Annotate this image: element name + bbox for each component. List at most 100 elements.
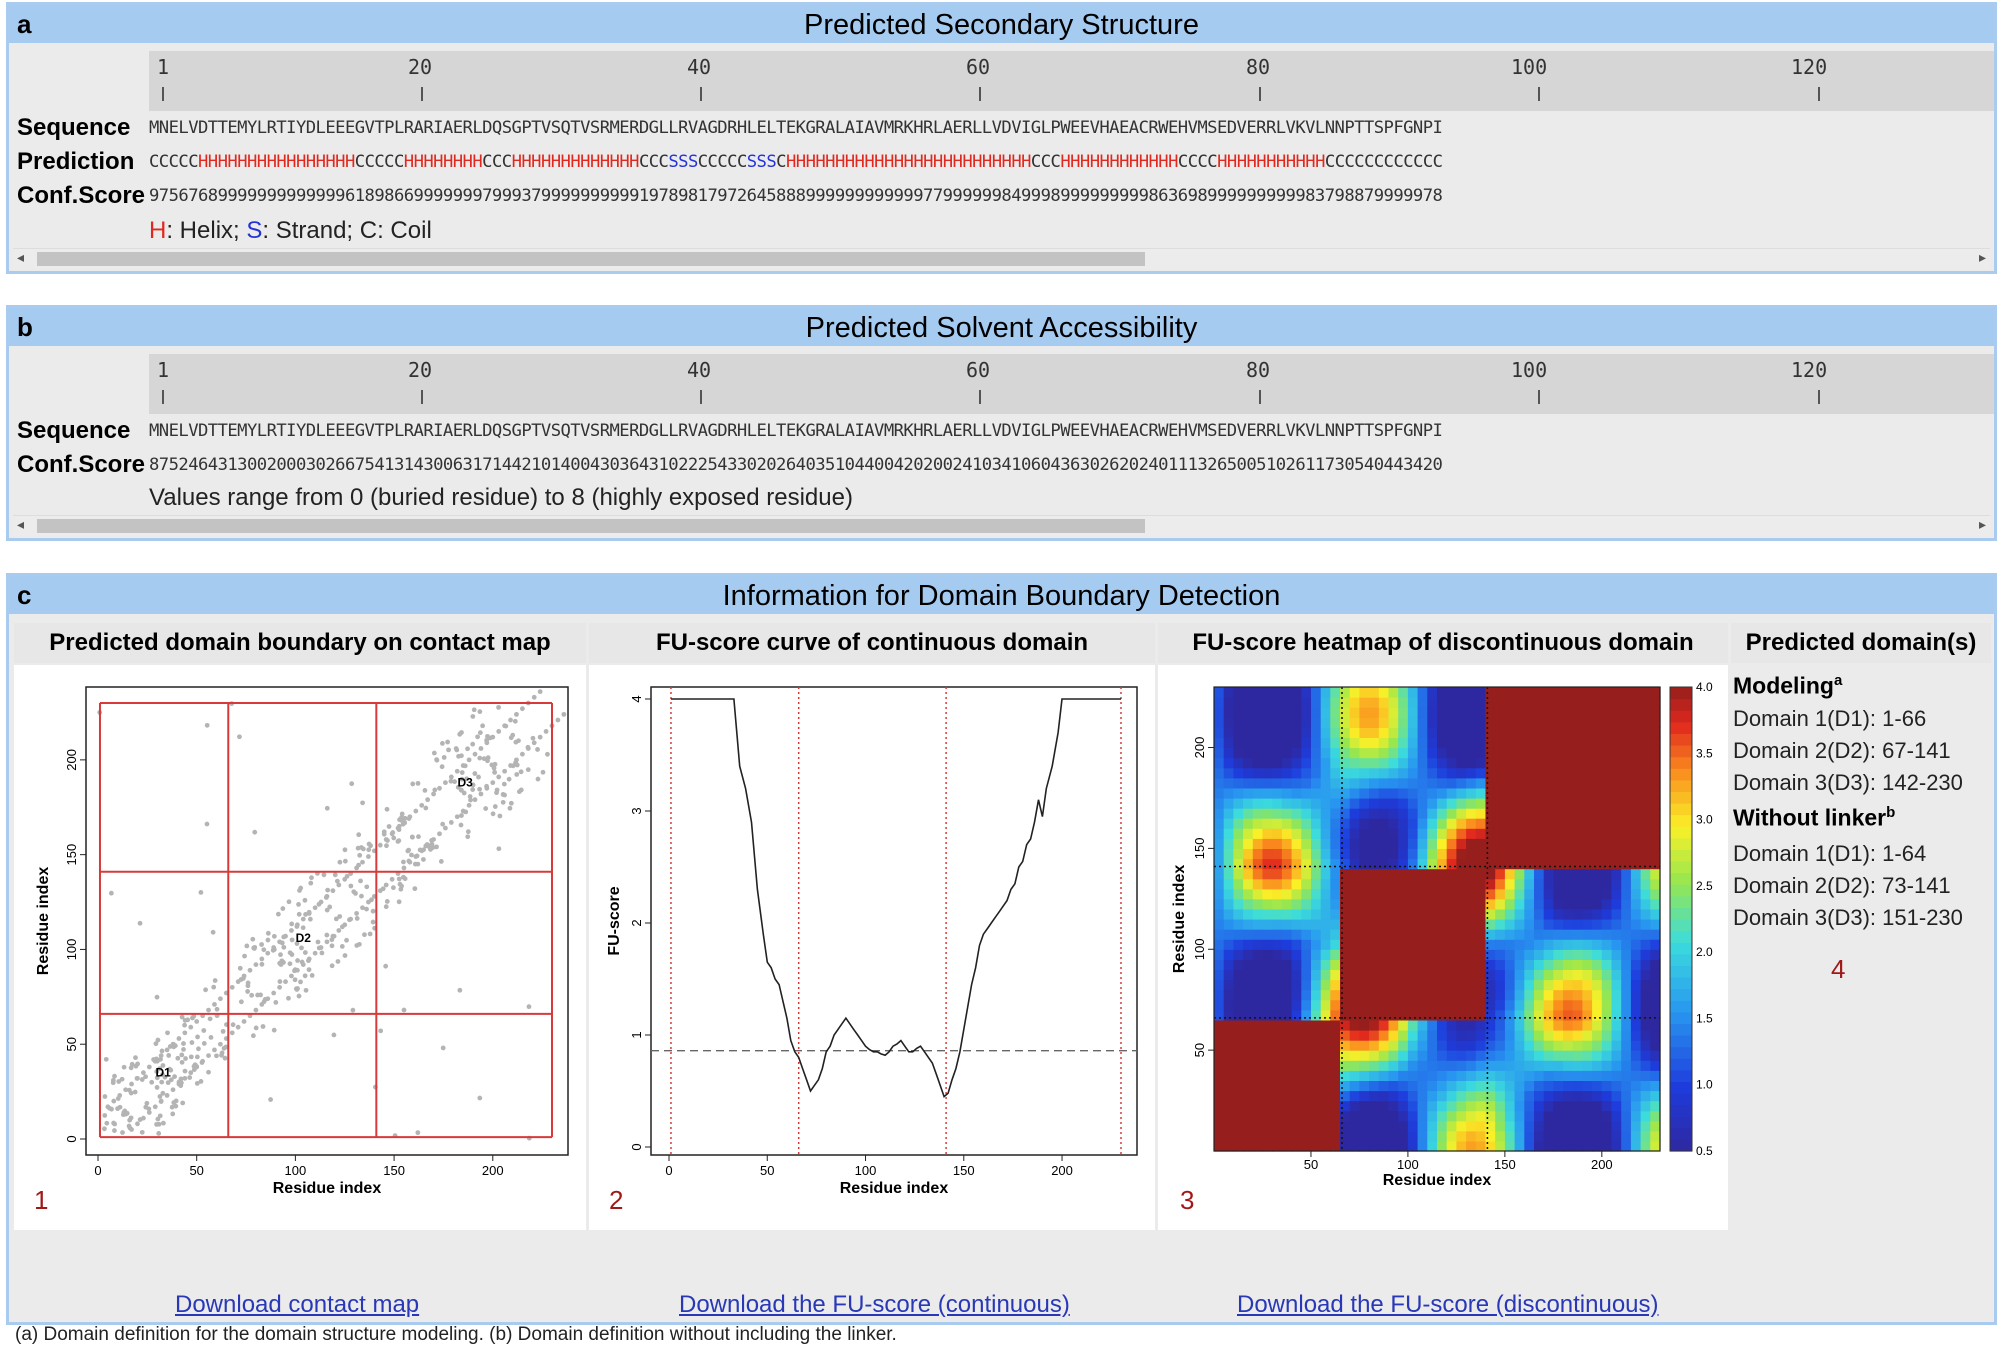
heatmap-cell: [1262, 1120, 1273, 1132]
contact-point: [188, 1054, 194, 1060]
heatmap-cell: [1553, 919, 1564, 930]
heatmap-cell: [1427, 969, 1438, 981]
contact-point: [384, 806, 390, 812]
heatmap-cell: [1446, 898, 1457, 910]
download-fu-continuous-link[interactable]: Download the FU-score (continuous): [679, 1291, 1070, 1319]
heatmap-cell: [1514, 929, 1525, 940]
colorbar-segment: [1670, 1011, 1692, 1024]
heatmap-cell: [1378, 1120, 1390, 1132]
heatmap-cell: [1320, 1009, 1331, 1021]
heatmap-cell: [1601, 1009, 1613, 1021]
heatmap-cell: [1524, 1050, 1535, 1061]
download-fu-discontinuous-link[interactable]: Download the FU-score (discontinuous): [1237, 1291, 1659, 1319]
helix-run: HHHHHHHHHHHHHHHH: [198, 152, 355, 172]
heatmap-cell: [1233, 1050, 1244, 1061]
contact-point: [237, 965, 243, 971]
heatmap-cell: [1514, 1050, 1525, 1061]
heatmap-cell: [1582, 1060, 1593, 1071]
scroll-right-icon[interactable]: ▸: [1979, 516, 1986, 533]
heatmap-cell: [1398, 1030, 1409, 1041]
heatmap-cell: [1272, 878, 1283, 890]
heatmap-cell: [1262, 798, 1273, 809]
contact-point: [137, 920, 143, 926]
scroll-left-icon[interactable]: ◂: [17, 249, 24, 266]
heatmap-cell: [1514, 808, 1525, 819]
heatmap-cell: [1417, 1070, 1428, 1081]
heatmap-cell: [1223, 1110, 1234, 1122]
contact-point: [170, 1087, 176, 1093]
heatmap-cell: [1417, 898, 1428, 910]
x-tick-label: 200: [482, 1163, 504, 1178]
heatmap-cell: [1640, 1070, 1651, 1081]
heatmap-cell: [1630, 787, 1642, 799]
heatmap-cell: [1262, 1070, 1273, 1081]
heatmap-cell: [1378, 1050, 1390, 1061]
heatmap-cell: [1407, 1140, 1419, 1152]
tick-mark: [162, 87, 164, 101]
heatmap-cell: [1252, 1019, 1264, 1031]
horizontal-scrollbar[interactable]: ◂ ▸: [13, 515, 1990, 536]
heatmap-cell: [1621, 848, 1632, 860]
heatmap-cell: [1281, 878, 1293, 890]
heatmap-cell: [1291, 798, 1302, 809]
heatmap-cell: [1621, 1110, 1632, 1122]
heatmap-cell: [1495, 1080, 1506, 1092]
heatmap-cell: [1563, 1080, 1574, 1092]
contact-point: [484, 783, 489, 789]
heatmap-cell: [1262, 1080, 1273, 1092]
contact-point: [112, 1073, 117, 1079]
heatmap-cell: [1524, 1110, 1535, 1122]
heatmap-cell: [1340, 1060, 1351, 1071]
fu-score-heatmap-chart: 50 100 150 20050100150200Residue indexResid…: [1171, 680, 1713, 1189]
horizontal-scrollbar[interactable]: ◂ ▸: [13, 248, 1990, 269]
heatmap-cell: [1417, 697, 1428, 708]
contact-point: [354, 911, 359, 916]
heatmap-cell: [1369, 1040, 1380, 1051]
heatmap-cell: [1272, 949, 1283, 960]
heatmap-cell: [1291, 1019, 1302, 1031]
sequence-text: MNELVDTTEMYLRTIYDLEEEGVTPLRARIAERLDQSGPT…: [149, 118, 1443, 138]
heatmap-cell: [1243, 908, 1254, 920]
heatmap-cell: [1582, 1040, 1593, 1051]
contact-point: [501, 781, 507, 787]
heatmap-cell: [1301, 1050, 1312, 1061]
heatmap-cell: [1330, 767, 1341, 779]
heatmap-cell: [1650, 707, 1661, 718]
contact-point: [198, 1079, 204, 1084]
x-tick-label: 50: [189, 1163, 203, 1178]
colorbar-segment: [1670, 884, 1692, 897]
heatmap-cell: [1563, 1120, 1574, 1132]
heatmap-cell: [1417, 707, 1428, 718]
heatmap-cell: [1572, 1120, 1583, 1132]
heatmap-cell: [1534, 1130, 1545, 1142]
heatmap-cell: [1495, 737, 1506, 749]
heatmap-cell: [1592, 777, 1603, 789]
heatmap-cell: [1456, 717, 1467, 728]
scroll-left-icon[interactable]: ◂: [17, 516, 24, 533]
scroll-right-icon[interactable]: ▸: [1979, 249, 1986, 266]
contact-point: [258, 992, 263, 998]
heatmap-cell: [1437, 878, 1448, 890]
x-tick-label: 0: [665, 1163, 672, 1178]
heatmap-cell: [1301, 908, 1312, 920]
heatmap-cell: [1291, 828, 1302, 839]
scroll-thumb[interactable]: [37, 519, 1145, 533]
scroll-thumb[interactable]: [37, 252, 1145, 266]
contact-point: [385, 838, 390, 843]
heatmap-cell: [1427, 919, 1438, 930]
contact-point: [308, 880, 314, 886]
contact-point: [188, 1024, 194, 1030]
heatmap-cell: [1252, 787, 1264, 799]
heatmap-cell: [1417, 838, 1428, 849]
download-contact-map-link[interactable]: Download contact map: [175, 1291, 419, 1319]
heatmap-cell: [1456, 969, 1467, 981]
heatmap-cell: [1272, 757, 1283, 769]
heatmap-cell: [1417, 959, 1428, 970]
heatmap-cell: [1621, 828, 1632, 839]
contact-point: [496, 729, 502, 734]
heatmap-cell: [1301, 717, 1312, 728]
heatmap-cell: [1446, 1050, 1457, 1061]
heatmap-cell: [1272, 808, 1283, 819]
heatmap-cell: [1262, 919, 1273, 930]
heatmap-cell: [1378, 1040, 1390, 1051]
